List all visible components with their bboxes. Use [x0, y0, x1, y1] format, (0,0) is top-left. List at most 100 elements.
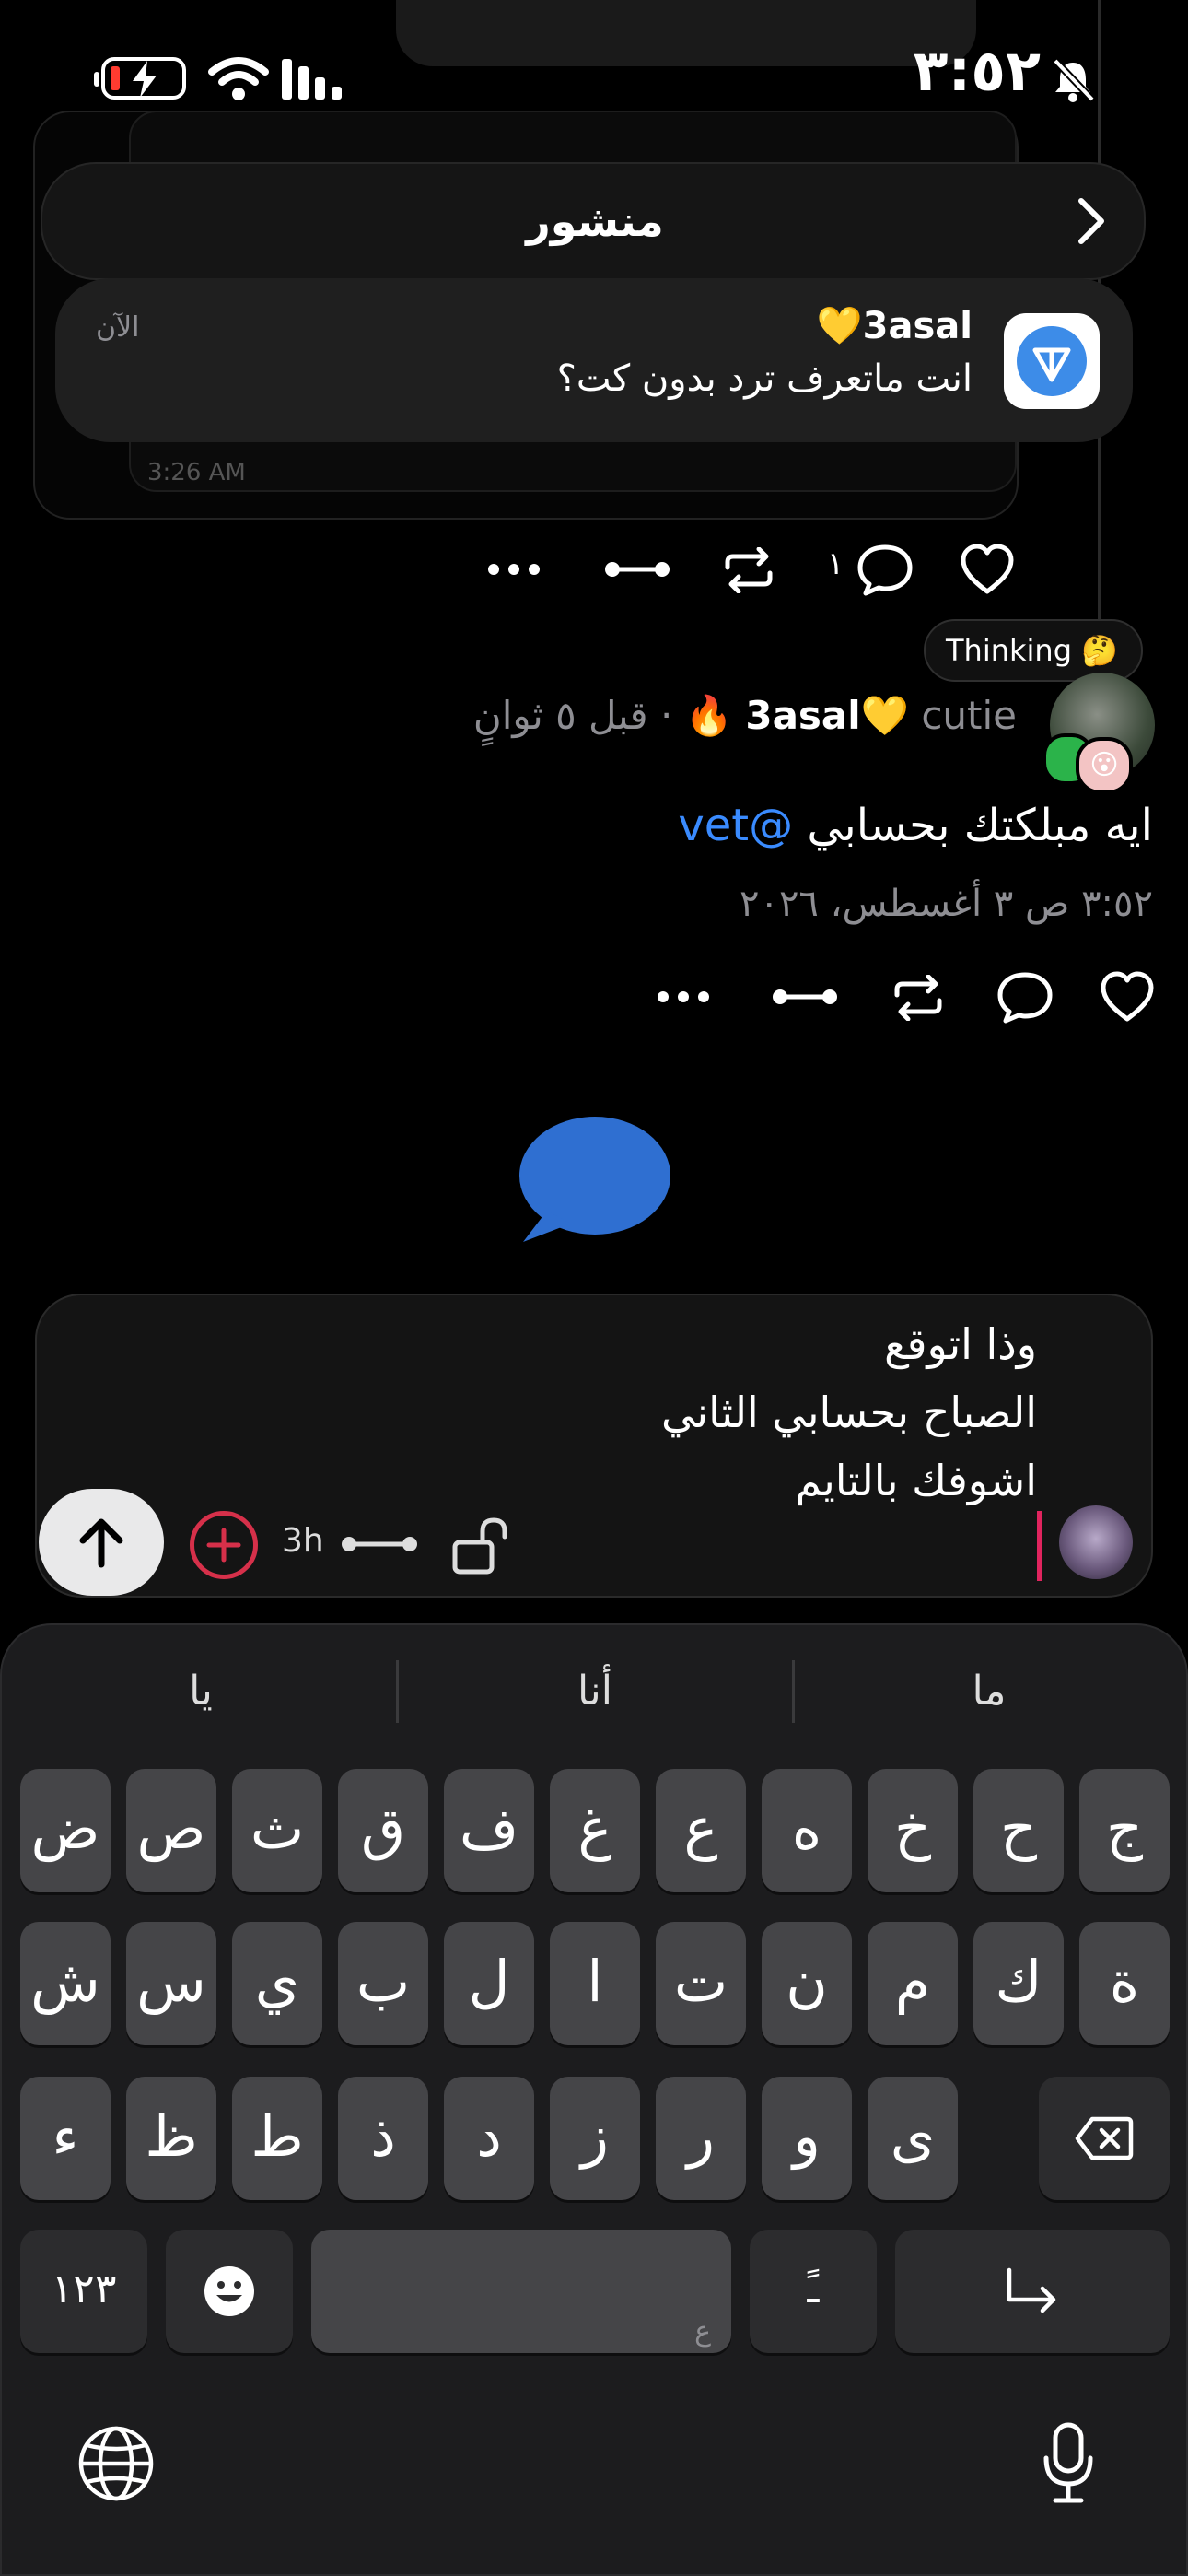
separator: · [659, 693, 673, 738]
key[interactable]: ا [550, 1922, 640, 2045]
clock: ٣:٥٢ [913, 37, 1041, 104]
key[interactable]: ث [232, 1769, 322, 1892]
key[interactable]: ح [973, 1769, 1064, 1892]
key[interactable]: ت [656, 1922, 746, 2045]
tanween-key[interactable]: ـً [750, 2230, 877, 2353]
repost-icon[interactable] [891, 975, 945, 1021]
like-icon[interactable] [960, 544, 1015, 595]
plus-icon [206, 1528, 241, 1563]
mood-emoji-badge: 😮 [1076, 737, 1133, 794]
link-icon[interactable] [772, 982, 838, 1012]
post-body: ايه مبلكتك بحسابي @vet [678, 800, 1153, 851]
link-icon[interactable] [341, 1529, 418, 1559]
key[interactable]: خ [868, 1769, 958, 1892]
composer-text[interactable]: وذا اتوقع الصباح بحسابي الثاني اشوفك بال… [661, 1310, 1037, 1515]
composer-line: وذا اتوقع [884, 1319, 1037, 1369]
key[interactable]: ى [868, 2077, 958, 2200]
suggestion-divider [396, 1660, 399, 1723]
key[interactable]: ب [338, 1922, 428, 2045]
post-author-line: 3asal💛 cutie 🔥 · قبل ٥ ثوانٍ [473, 693, 1017, 739]
back-chevron-icon[interactable] [1076, 197, 1107, 245]
key[interactable]: ض [20, 1769, 111, 1892]
key[interactable]: ظ [126, 2077, 216, 2200]
my-avatar [1059, 1505, 1133, 1579]
key[interactable]: ر [656, 2077, 746, 2200]
send-button[interactable] [39, 1489, 164, 1596]
unlock-icon[interactable] [451, 1516, 508, 1575]
reply-icon[interactable] [995, 969, 1055, 1025]
expiry-label[interactable]: 3h [282, 1522, 324, 1560]
space-key[interactable]: ع [311, 2230, 731, 2353]
reply-bubble-icon [519, 1117, 670, 1242]
key[interactable]: و [762, 2077, 852, 2200]
return-icon [1007, 2267, 1056, 2313]
key[interactable]: ل [444, 1922, 534, 2045]
backspace-key[interactable] [1039, 2077, 1170, 2200]
page-title: منشور [526, 196, 664, 246]
composer-line: الصباح بحسابي الثاني [660, 1388, 1037, 1437]
key[interactable]: ي [232, 1922, 322, 2045]
suggestion-2[interactable]: أنا [402, 1658, 788, 1725]
dynamic-island [396, 0, 976, 66]
microphone-icon[interactable] [1042, 2421, 1094, 2506]
backspace-icon [1075, 2116, 1134, 2160]
key[interactable]: ء [20, 2077, 111, 2200]
key[interactable]: ة [1079, 1922, 1170, 2045]
key[interactable]: س [126, 1922, 216, 2045]
wifi-icon [208, 57, 269, 100]
key[interactable]: د [444, 2077, 534, 2200]
key[interactable]: م [868, 1922, 958, 2045]
post-text: ايه مبلكتك بحسابي [807, 800, 1153, 851]
quoted-post-timestamp: 3:26 AM [147, 459, 246, 486]
key[interactable]: ج [1079, 1769, 1170, 1892]
emoji-icon [204, 2266, 254, 2316]
author-handle[interactable]: cutie [921, 693, 1017, 738]
key[interactable]: غ [550, 1769, 640, 1892]
battery-icon [94, 57, 186, 100]
notification-title: 3asal💛 [816, 305, 973, 347]
post-actions-main [656, 967, 1157, 1026]
link-icon[interactable] [604, 555, 670, 584]
space-key-hint: ع [694, 2315, 711, 2348]
key[interactable]: ن [762, 1922, 852, 2045]
suggestion-divider [792, 1660, 795, 1723]
more-icon[interactable] [656, 989, 711, 1004]
key[interactable]: ف [444, 1769, 534, 1892]
arrow-up-icon [79, 1518, 123, 1568]
composer-line: اشوفك بالتايم [795, 1456, 1037, 1505]
key[interactable]: ه [762, 1769, 852, 1892]
ton-wallet-icon [1004, 313, 1100, 409]
globe-icon[interactable] [77, 2425, 155, 2502]
post-actions-top: ١ [486, 542, 1020, 601]
relative-time: قبل ٥ ثوانٍ [472, 693, 648, 738]
mention-link[interactable]: @vet [678, 800, 793, 851]
numbers-key[interactable]: ١٢٣ [20, 2230, 147, 2353]
key[interactable]: ك [973, 1922, 1064, 2045]
key[interactable]: ش [20, 1922, 111, 2045]
author-name[interactable]: 3asal💛 [745, 693, 909, 738]
reply-count: ١ [827, 545, 844, 582]
key[interactable]: ذ [338, 2077, 428, 2200]
flame-icon: 🔥 [684, 693, 733, 738]
silent-bell-icon [1053, 58, 1095, 102]
add-media-button[interactable] [190, 1511, 258, 1579]
post-date: ٣:٥٢ ص ٣ أغسطس، ٢٠٢٦ [739, 883, 1153, 925]
emoji-key[interactable] [166, 2230, 293, 2353]
suggestion-3[interactable]: يا [7, 1658, 394, 1725]
text-caret [1037, 1511, 1042, 1581]
like-icon[interactable] [1100, 971, 1155, 1023]
key[interactable]: ق [338, 1769, 428, 1892]
signal-icon [282, 59, 342, 100]
more-icon[interactable] [486, 562, 542, 577]
key[interactable]: ص [126, 1769, 216, 1892]
post-header-bar: منشور [41, 162, 1146, 280]
key[interactable]: ط [232, 2077, 322, 2200]
key[interactable]: ع [656, 1769, 746, 1892]
return-key[interactable] [895, 2230, 1170, 2353]
repost-icon[interactable] [722, 547, 775, 593]
notification-time: الآن [96, 311, 140, 344]
notification-body: انت ماتعرف ترد بدون كت؟ [556, 357, 973, 400]
reply-icon[interactable] [855, 542, 915, 597]
key[interactable]: ز [550, 2077, 640, 2200]
suggestion-1[interactable]: ما [796, 1658, 1182, 1725]
